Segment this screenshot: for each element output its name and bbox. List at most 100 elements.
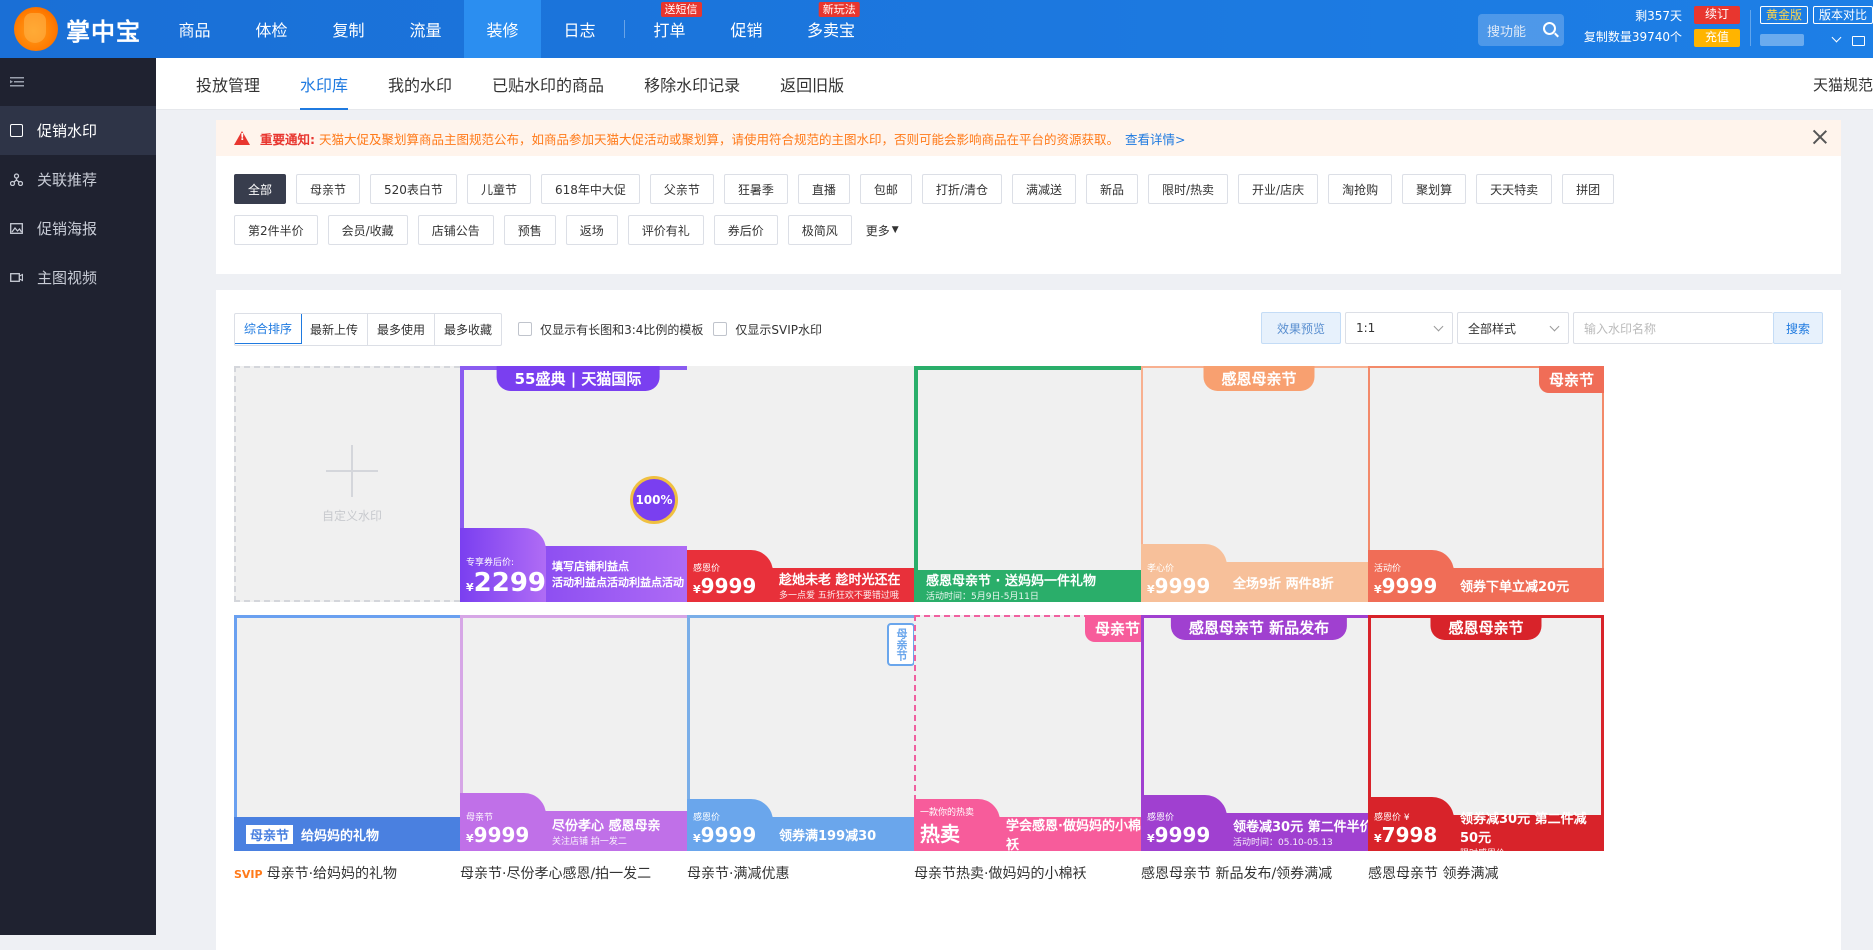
sidebar-item-video[interactable]: 主图视频 bbox=[0, 253, 156, 302]
category-tag[interactable]: 预售 bbox=[503, 215, 556, 245]
watermark-card[interactable]: 母亲节领券下单立减20元活动价¥9999SVIP母亲节·领券下单立减 bbox=[1368, 366, 1604, 634]
long-image-checkbox[interactable]: 仅显示有长图和3:4比例的模板 bbox=[518, 321, 703, 338]
tab-watermarked-products[interactable]: 已贴水印的商品 bbox=[492, 58, 604, 110]
category-tag[interactable]: 520表白节 bbox=[370, 174, 457, 204]
category-tag[interactable]: 第2件半价 bbox=[234, 215, 318, 245]
search-button[interactable]: 搜索 bbox=[1773, 312, 1823, 344]
watermark-card[interactable]: 55盛典 | 天猫国际 100% 填写店铺利益点 活动利益点活动利益点活动 专享券后价:… bbox=[460, 366, 696, 634]
sort-most-favorited[interactable]: 最多收藏 bbox=[435, 314, 501, 345]
watermark-card[interactable]: 感恩母亲节 新品发布 领卷减30元 第二件半价 活动时间：05.10-05.13 感恩… bbox=[1141, 615, 1377, 883]
watermark-card[interactable]: 感恩母亲节全场9折 两件8折孝心价¥9999SVIP感恩母亲节·全场折扣 bbox=[1141, 366, 1377, 634]
watermark-title[interactable]: 母亲节·尽份孝心感恩/拍一发二 bbox=[460, 863, 696, 883]
category-tag[interactable]: 会员/收藏 bbox=[327, 215, 408, 245]
category-tag[interactable]: 狂暑季 bbox=[723, 174, 788, 204]
watermark-card[interactable]: 母亲节 领券满199减30 感恩价 ¥9999 母亲节·满减优惠 bbox=[687, 615, 923, 883]
nav-print-order[interactable]: 打单 送短信 bbox=[631, 0, 708, 58]
category-tag[interactable]: 返场 bbox=[565, 215, 618, 245]
menu-collapse-icon[interactable] bbox=[10, 76, 24, 88]
sort-composite[interactable]: 综合排序 bbox=[235, 313, 303, 344]
tab-old-version[interactable]: 返回旧版 bbox=[780, 58, 844, 110]
watermark-thumbnail[interactable]: 感恩母亲节 新品发布 领卷减30元 第二件半价 活动时间：05.10-05.13 感恩… bbox=[1141, 615, 1377, 851]
sort-newest[interactable]: 最新上传 bbox=[301, 313, 369, 345]
notice-detail-link[interactable]: 查看详情> bbox=[1125, 129, 1185, 148]
nav-logs[interactable]: 日志 bbox=[541, 0, 618, 58]
category-tag[interactable]: 聚划算 bbox=[1402, 174, 1467, 204]
custom-watermark-card[interactable]: 自定义水印 bbox=[234, 366, 470, 602]
function-search[interactable]: 搜功能 bbox=[1478, 14, 1564, 46]
category-tag[interactable]: 店铺公告 bbox=[417, 215, 494, 245]
watermark-thumbnail[interactable]: 母亲节 领券满199减30 感恩价 ¥9999 bbox=[687, 615, 923, 851]
more-categories-button[interactable]: 更多 ▼ bbox=[861, 215, 903, 245]
nav-products[interactable]: 商品 bbox=[156, 0, 233, 58]
recharge-button[interactable]: 充值 bbox=[1694, 29, 1740, 47]
mail-icon[interactable] bbox=[1852, 36, 1865, 46]
watermark-card[interactable]: 母亲节母亲节给妈妈的礼物 SVIP母亲节·给妈妈的礼物 bbox=[234, 615, 470, 883]
tab-delivery-manage[interactable]: 投放管理 bbox=[196, 58, 260, 110]
nav-multisell[interactable]: 多卖宝 新玩法 bbox=[785, 0, 877, 58]
tab-watermark-library[interactable]: 水印库 bbox=[300, 58, 349, 110]
category-tag[interactable]: 天天特卖 bbox=[1476, 174, 1553, 204]
renew-button[interactable]: 续订 bbox=[1694, 6, 1740, 24]
category-tag[interactable]: 开业/店庆 bbox=[1238, 174, 1319, 204]
category-tag[interactable]: 淘抢购 bbox=[1328, 174, 1393, 204]
watermark-thumbnail[interactable]: 感恩母亲节领券减30元 第二件减50元限时感恩价感恩价 ¥¥7998 bbox=[1368, 615, 1604, 851]
watermark-thumbnail[interactable]: 感恩母亲节 · 送妈妈一件礼物 活动时间：5月9日-5月11日 bbox=[914, 366, 1150, 602]
tmall-spec-link[interactable]: 天猫规范 bbox=[1813, 58, 1873, 110]
category-tag[interactable]: 母亲节 bbox=[296, 174, 361, 204]
watermark-thumbnail[interactable]: 母亲节母亲节给妈妈的礼物 bbox=[234, 615, 470, 851]
tab-my-watermark[interactable]: 我的水印 bbox=[388, 58, 452, 110]
category-tag[interactable]: 极简风 bbox=[787, 215, 852, 245]
watermark-title[interactable]: SVIP 母亲节·给妈妈的礼物 bbox=[234, 863, 470, 883]
watermark-title[interactable]: 母亲节热卖·做妈妈的小棉袄 bbox=[914, 863, 1150, 883]
watermark-title[interactable]: 感恩母亲节 领券满减 bbox=[1368, 863, 1604, 883]
watermark-thumbnail[interactable]: 母亲节 领券下单立减20元 活动价 ¥9999 bbox=[1368, 366, 1604, 602]
sidebar-item-promo-watermark[interactable]: 促销水印 bbox=[0, 106, 156, 155]
preview-button[interactable]: 效果预览 bbox=[1261, 312, 1341, 344]
watermark-thumbnail[interactable]: 尽份孝心 感恩母亲 关注店铺 拍一发二 母亲节 ¥9999 bbox=[460, 615, 696, 851]
watermark-card[interactable]: 趁她未老 趁时光还在多一点爱 五折狂欢不要错过哦感恩价¥9999SVIP母亲节·… bbox=[687, 366, 923, 634]
category-tag[interactable]: 拼团 bbox=[1562, 174, 1615, 204]
category-tag[interactable]: 打折/清仓 bbox=[921, 174, 1002, 204]
edition-badge[interactable]: 黄金版 bbox=[1760, 6, 1809, 24]
watermark-card[interactable]: 感恩母亲节领券减30元 第二件减50元限时感恩价感恩价 ¥¥7998 感恩母亲节 … bbox=[1368, 615, 1604, 883]
add-custom-watermark[interactable]: 自定义水印 bbox=[234, 366, 470, 602]
category-tag[interactable]: 包邮 bbox=[859, 174, 912, 204]
nav-decorate[interactable]: 装修 bbox=[464, 0, 541, 58]
nav-promotion[interactable]: 促销 bbox=[708, 0, 785, 58]
nav-traffic[interactable]: 流量 bbox=[387, 0, 464, 58]
category-tag[interactable]: 新品 bbox=[1085, 174, 1138, 204]
close-icon[interactable] bbox=[1813, 130, 1827, 144]
nav-checkup[interactable]: 体检 bbox=[233, 0, 310, 58]
category-tag[interactable]: 全部 bbox=[234, 174, 287, 204]
category-tag[interactable]: 儿童节 bbox=[466, 174, 531, 204]
watermark-thumbnail[interactable]: 55盛典 | 天猫国际 100% 填写店铺利益点 活动利益点活动利益点活动 专享券后价:… bbox=[460, 366, 696, 602]
tab-removal-records[interactable]: 移除水印记录 bbox=[644, 58, 740, 110]
checkbox-box[interactable] bbox=[713, 322, 728, 336]
chevron-down-icon[interactable] bbox=[1831, 32, 1842, 43]
watermark-title[interactable]: 母亲节·满减优惠 bbox=[687, 863, 923, 883]
menu-toggle[interactable] bbox=[0, 58, 156, 106]
watermark-thumbnail[interactable]: 母亲节 学会感恩·做妈妈的小棉袄 一款你的热卖 热卖 bbox=[914, 615, 1150, 851]
ratio-select[interactable]: 1:1 bbox=[1345, 312, 1453, 344]
sidebar-item-poster[interactable]: 促销海报 bbox=[0, 204, 156, 253]
checkbox-box[interactable] bbox=[518, 322, 533, 336]
watermark-thumbnail[interactable]: 趁她未老 趁时光还在 多一点爱 五折狂欢不要错过哦 感恩价 ¥9999 bbox=[687, 366, 923, 602]
watermark-card[interactable]: 感恩母亲节 · 送妈妈一件礼物活动时间：5月9日-5月11日感恩母亲节·送妈妈一… bbox=[914, 366, 1150, 634]
watermark-card[interactable]: 尽份孝心 感恩母亲 关注店铺 拍一发二 母亲节 ¥9999 母亲节·尽份孝心感恩/拍一发… bbox=[460, 615, 696, 883]
version-compare-button[interactable]: 版本对比 bbox=[1813, 6, 1873, 24]
style-select[interactable]: 全部样式 bbox=[1457, 312, 1569, 344]
sidebar-item-related[interactable]: 关联推荐 bbox=[0, 155, 156, 204]
nav-copy[interactable]: 复制 bbox=[310, 0, 387, 58]
category-tag[interactable]: 评价有礼 bbox=[627, 215, 704, 245]
category-tag[interactable]: 满减送 bbox=[1011, 174, 1076, 204]
watermark-thumbnail[interactable]: 感恩母亲节 全场9折 两件8折 孝心价 ¥9999 bbox=[1141, 366, 1377, 602]
category-tag[interactable]: 618年中大促 bbox=[540, 174, 640, 204]
category-tag[interactable]: 券后价 bbox=[713, 215, 778, 245]
logo[interactable]: 掌中宝 bbox=[0, 0, 156, 58]
watermark-card[interactable]: 母亲节 学会感恩·做妈妈的小棉袄 一款你的热卖 热卖母亲节热卖·做妈妈的小棉袄 bbox=[914, 615, 1150, 883]
watermark-title[interactable]: 感恩母亲节 新品发布/领券满减 bbox=[1141, 863, 1377, 883]
avatar[interactable] bbox=[1760, 34, 1804, 46]
svip-only-checkbox[interactable]: 仅显示SVIP水印 bbox=[713, 321, 822, 338]
search-icon[interactable] bbox=[1543, 22, 1556, 35]
category-tag[interactable]: 限时/热卖 bbox=[1148, 174, 1229, 204]
